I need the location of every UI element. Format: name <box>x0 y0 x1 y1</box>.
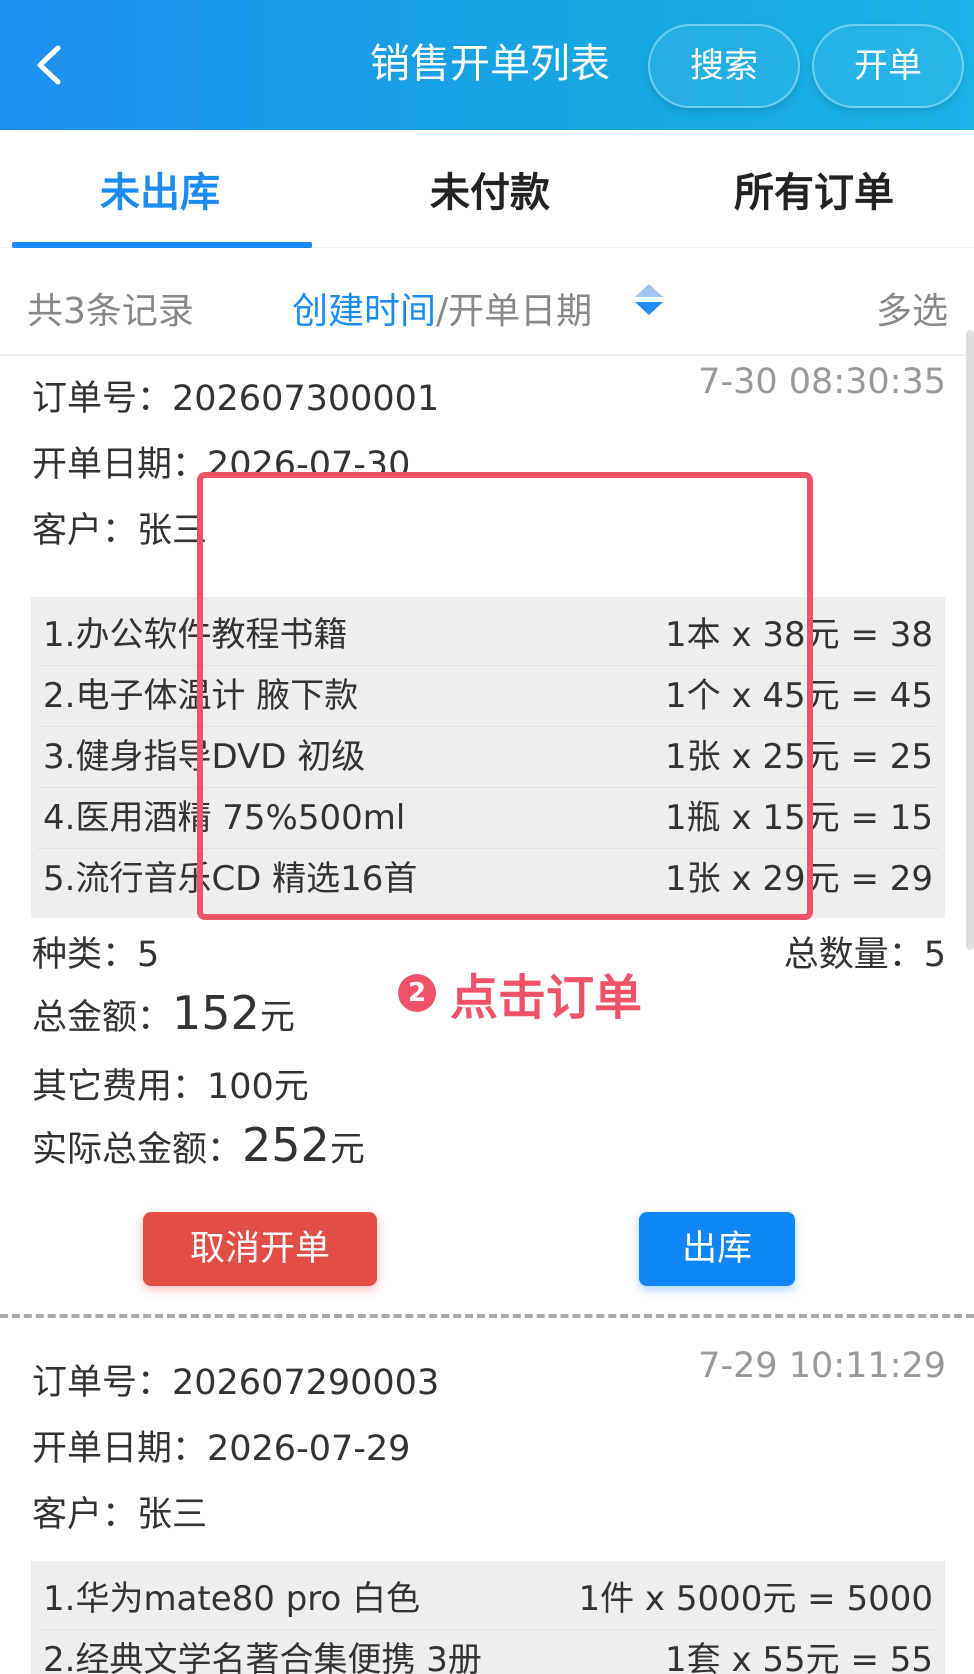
actual-total: 实际总金额：252元 <box>32 1118 365 1172</box>
sort-icon[interactable] <box>632 280 666 320</box>
order-date: 开单日期：2026-07-29 <box>32 1429 411 1469</box>
item-subtotal: 1套 x 55元 = 55 <box>665 1640 933 1674</box>
actual-total-value: 252 <box>242 1118 330 1172</box>
tab-not-shipped[interactable]: 未出库 <box>0 160 320 218</box>
list-item: 2.经典文学名著合集便携 3册 1套 x 55元 = 55 <box>37 1630 939 1674</box>
ship-out-button[interactable]: 出库 <box>639 1212 795 1286</box>
sort-active-label: 创建时间 <box>292 291 437 332</box>
total-amount-value: 152 <box>172 986 260 1040</box>
order-card[interactable]: 订单号：202607290003 7-29 10:11:29 开单日期：2026… <box>0 1320 974 1674</box>
total-amount: 总金额：152元 <box>32 986 295 1040</box>
total-amount-label: 总金额： <box>32 998 173 1038</box>
cancel-order-button[interactable]: 取消开单 <box>143 1212 377 1286</box>
other-fees: 其它费用：100元 <box>32 1067 309 1107</box>
tab-all-orders[interactable]: 所有订单 <box>654 160 974 218</box>
page-title: 销售开单列表 <box>370 41 610 87</box>
annotation-step-number: 2 <box>398 974 436 1012</box>
app-header: 销售开单列表 搜索 开单 <box>0 0 974 130</box>
order-customer: 客户：张三 <box>32 511 208 551</box>
filter-bar: 共3条记录 创建时间/开单日期 多选 <box>0 248 974 356</box>
item-kinds: 种类：5 <box>32 935 160 975</box>
create-order-button[interactable]: 开单 <box>812 24 964 108</box>
tab-bar: 未出库 未付款 所有订单 <box>0 130 974 248</box>
search-button[interactable]: 搜索 <box>648 24 800 108</box>
back-arrow-icon[interactable] <box>30 40 70 90</box>
order-number: 订单号：202607290003 <box>32 1363 440 1403</box>
order-number: 订单号：202607300001 <box>32 379 440 419</box>
order-divider <box>0 1314 974 1318</box>
list-item: 1.华为mate80 pro 白色 1件 x 5000元 = 5000 <box>37 1569 939 1630</box>
item-name: 1.华为mate80 pro 白色 <box>43 1579 421 1619</box>
multi-select-button[interactable]: 多选 <box>876 282 948 334</box>
actual-total-label: 实际总金额： <box>32 1130 243 1170</box>
scrollbar[interactable] <box>966 330 974 950</box>
total-amount-unit: 元 <box>259 998 295 1038</box>
sort-alt-label: /开单日期 <box>436 291 593 332</box>
total-quantity: 总数量：5 <box>783 935 946 975</box>
order-time: 7-29 10:11:29 <box>698 1346 946 1386</box>
annotation-callout: 2 点击订单 <box>398 958 642 1028</box>
annotation-label: 点击订单 <box>450 970 643 1026</box>
order-customer: 客户：张三 <box>32 1495 208 1535</box>
actual-total-unit: 元 <box>329 1130 365 1170</box>
annotation-highlight-box <box>197 472 813 920</box>
item-subtotal: 1件 x 5000元 = 5000 <box>578 1579 933 1619</box>
order-items-list: 1.华为mate80 pro 白色 1件 x 5000元 = 5000 2.经典文… <box>31 1561 945 1674</box>
tab-unpaid[interactable]: 未付款 <box>330 160 650 218</box>
sort-toggle[interactable]: 创建时间/开单日期 <box>292 282 592 334</box>
record-count: 共3条记录 <box>27 291 194 332</box>
item-name: 2.经典文学名著合集便携 3册 <box>43 1640 482 1674</box>
order-time: 7-30 08:30:35 <box>698 362 946 402</box>
